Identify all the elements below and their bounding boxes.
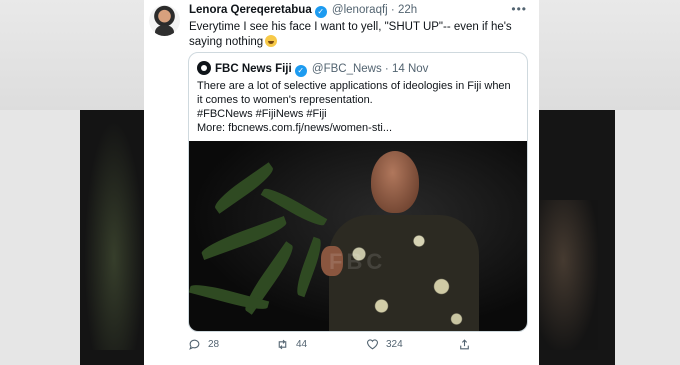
reply-icon (189, 339, 200, 350)
tweet-text: Everytime I see his face I want to yell,… (189, 20, 524, 49)
quoted-tweet-text: There are a lot of selective application… (197, 79, 517, 135)
share-button[interactable] (458, 338, 471, 351)
plant-leaf (293, 236, 325, 298)
background-figure-blur (540, 200, 598, 350)
tweet-actions: 28 44 324 (188, 338, 528, 354)
like-button[interactable]: 324 (366, 338, 403, 351)
tweet-body: Everytime I see his face I want to yell,… (189, 21, 512, 48)
person-head (371, 151, 419, 213)
quoted-author-handle: @FBC_News (311, 63, 382, 75)
quoted-tweet-header: FBC News Fiji ✓ @FBC_News · 14 Nov (197, 61, 428, 77)
author-avatar[interactable] (149, 5, 180, 36)
reply-button[interactable]: 28 (188, 338, 219, 351)
background-plant-blur (84, 120, 144, 350)
quoted-tweet-hashtags[interactable]: #FBCNews #FijiNews #Fiji (197, 107, 517, 121)
like-count: 324 (386, 339, 403, 350)
separator-dot: · (390, 4, 395, 16)
quoted-author-avatar (197, 61, 211, 75)
tweet-header: Lenora Qereqeretabua ✓ @lenoraqfj · 22h (189, 4, 417, 18)
retweet-button[interactable]: 44 (276, 338, 307, 351)
heart-icon (367, 339, 378, 350)
separator-dot: · (384, 63, 389, 75)
verified-badge-icon: ✓ (294, 65, 307, 77)
verified-badge-icon: ✓ (314, 6, 327, 18)
quoted-tweet-date: 14 Nov (391, 63, 429, 75)
more-icon[interactable]: ••• (511, 2, 527, 16)
quoted-tweet-link[interactable]: More: fbcnews.com.fj/news/women-sti... (197, 121, 517, 135)
media-watermark: FBC (329, 249, 387, 274)
quoted-author-name: FBC News Fiji (215, 63, 292, 75)
retweet-icon (278, 339, 287, 350)
tweet-time[interactable]: 22h (398, 4, 417, 16)
grinning-face-icon (265, 34, 278, 47)
tweet-card: Lenora Qereqeretabua ✓ @lenoraqfj · 22h •… (144, 0, 539, 365)
plant-leaf (199, 216, 289, 260)
author-name[interactable]: Lenora Qereqeretabua (189, 4, 312, 16)
quoted-tweet-body: There are a lot of selective application… (197, 80, 511, 106)
reply-count: 28 (208, 339, 220, 350)
quoted-tweet[interactable]: FBC News Fiji ✓ @FBC_News · 14 Nov There … (188, 52, 528, 332)
share-icon (460, 339, 469, 350)
quoted-tweet-image[interactable]: FBC (189, 141, 527, 331)
author-handle[interactable]: @lenoraqfj (332, 4, 388, 16)
retweet-count: 44 (296, 339, 308, 350)
